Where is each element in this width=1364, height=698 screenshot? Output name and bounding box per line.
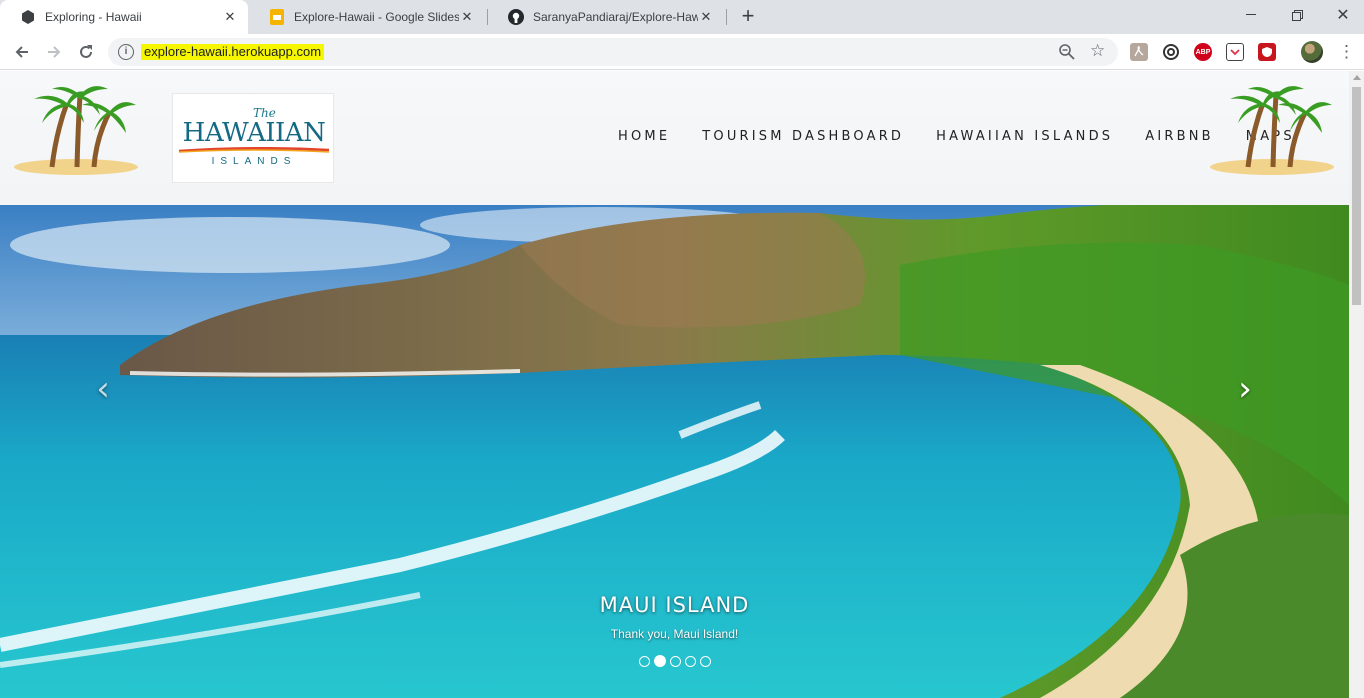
nav-airbnb[interactable]: AIRBNB	[1145, 129, 1214, 144]
carousel-next-icon[interactable]: ›	[1230, 371, 1260, 407]
carousel-indicator[interactable]	[700, 655, 711, 667]
web-page: The HAWAIIAN ISLANDS HOME TOURISM DASHBO…	[0, 71, 1364, 698]
slide-image	[0, 205, 1349, 698]
back-button[interactable]	[10, 40, 34, 64]
hexagon-icon	[20, 9, 36, 25]
site-header: The HAWAIIAN ISLANDS HOME TOURISM DASHBO…	[0, 71, 1349, 205]
tab-title: Exploring - Hawaii	[45, 10, 142, 24]
info-icon[interactable]: i	[118, 44, 134, 60]
nav-hawaiian-islands[interactable]: HAWAIIAN ISLANDS	[936, 129, 1113, 144]
slide-subtitle: Thank you, Maui Island!	[610, 627, 739, 641]
new-tab-button[interactable]: +	[736, 5, 760, 29]
pocket-icon[interactable]	[1226, 43, 1244, 61]
scrollbar-thumb[interactable]	[1352, 87, 1361, 305]
tab-github[interactable]: SaranyaPandiaraj/Explore-Hawaii ✕	[488, 0, 724, 34]
carousel-indicator[interactable]	[670, 655, 681, 667]
browser-toolbar: i explore-hawaii.herokuapp.com ☆ ABP ⋮	[0, 34, 1364, 70]
palm-tree-icon	[1210, 86, 1334, 175]
slide-title: MAUI ISLAND	[599, 593, 750, 617]
page-scrollbar[interactable]	[1349, 71, 1364, 698]
hawaiian-islands-logo[interactable]: The HAWAIIAN ISLANDS	[172, 93, 334, 183]
carousel-indicator[interactable]	[685, 655, 696, 667]
carousel-prev-icon[interactable]: ‹	[88, 371, 118, 407]
logo-swoosh	[179, 147, 329, 153]
chain-icon[interactable]	[1162, 43, 1180, 61]
close-icon[interactable]: ✕	[698, 9, 714, 25]
bookmark-star-icon[interactable]: ☆	[1090, 41, 1105, 61]
tab-google-slides[interactable]: Explore-Hawaii - Google Slides ✕	[249, 0, 485, 34]
menu-dots-icon[interactable]: ⋮	[1338, 40, 1355, 64]
logo-islands-text: ISLANDS	[211, 156, 297, 167]
zoom-icon[interactable]	[1058, 43, 1076, 61]
reload-button[interactable]	[74, 40, 98, 64]
address-bar[interactable]: i explore-hawaii.herokuapp.com ☆	[108, 38, 1118, 66]
tab-title: SaranyaPandiaraj/Explore-Hawaii	[533, 10, 698, 24]
tab-strip: Exploring - Hawaii ✕ Explore-Hawaii - Go…	[0, 0, 1364, 34]
back-arrow-icon	[15, 46, 28, 58]
nav-tourism-dashboard[interactable]: TOURISM DASHBOARD	[702, 129, 904, 144]
profile-avatar[interactable]	[1301, 41, 1323, 63]
nav-home[interactable]: HOME	[618, 129, 670, 144]
adblock-icon[interactable]: ABP	[1194, 43, 1212, 61]
carousel-indicator[interactable]	[639, 655, 650, 667]
carousel-indicator-active[interactable]	[654, 655, 666, 667]
scroll-up-icon[interactable]	[1353, 75, 1361, 80]
shield-icon[interactable]	[1258, 43, 1276, 61]
tab-title: Explore-Hawaii - Google Slides	[294, 10, 459, 24]
logo-name-text: HAWAIIAN	[182, 118, 326, 148]
palm-tree-icon	[14, 86, 138, 175]
forward-button[interactable]	[42, 40, 66, 64]
github-icon	[508, 9, 524, 25]
carousel-indicators	[639, 655, 711, 667]
tab-separator	[726, 9, 727, 25]
close-icon[interactable]: ✕	[459, 9, 475, 25]
forward-arrow-icon	[48, 46, 61, 58]
google-slides-icon	[269, 9, 285, 25]
url-text[interactable]: explore-hawaii.herokuapp.com	[141, 44, 325, 60]
reload-icon	[80, 45, 92, 58]
hero-carousel: ‹ › MAUI ISLAND Thank you, Maui Island!	[0, 205, 1349, 698]
close-icon[interactable]: ✕	[222, 9, 238, 25]
main-nav: HOME TOURISM DASHBOARD HAWAIIAN ISLANDS …	[618, 129, 1295, 144]
close-window-button[interactable]: ✕	[1320, 0, 1364, 30]
restore-button[interactable]	[1274, 0, 1320, 30]
minimize-button[interactable]	[1228, 0, 1274, 30]
tab-exploring-hawaii[interactable]: Exploring - Hawaii ✕	[0, 0, 248, 34]
adobe-acrobat-icon[interactable]	[1130, 43, 1148, 61]
